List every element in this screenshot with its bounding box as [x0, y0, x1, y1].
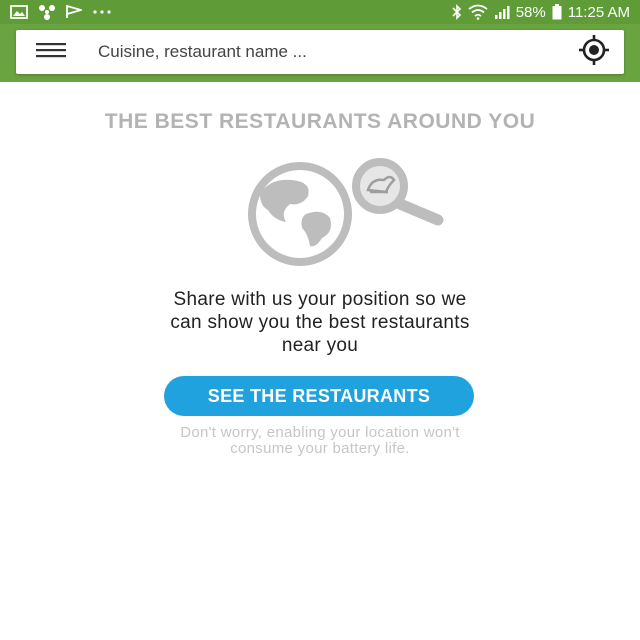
- search-bar: [16, 30, 624, 74]
- hamburger-menu-icon: [36, 42, 66, 63]
- status-bar-notifications: [10, 4, 112, 20]
- pinwheel-icon: [38, 4, 56, 20]
- app-toolbar: [0, 24, 640, 82]
- message-line: can show you the best restaurants: [170, 312, 470, 333]
- wifi-icon: [468, 4, 488, 20]
- globe-search-illustration: [230, 153, 460, 268]
- status-bar: 58% 11:25 AM: [0, 0, 640, 24]
- battery-icon: [552, 4, 562, 20]
- message-line: Share with us your position so we: [173, 289, 467, 310]
- globe-magnifier-icon: [248, 153, 444, 266]
- flag-icon: [66, 5, 82, 19]
- more-dots-icon: [92, 9, 112, 15]
- battery-note: Don't worry, enabling your location won'…: [0, 425, 640, 457]
- bluetooth-icon: [452, 4, 462, 20]
- location-message: Share with us your position so we can sh…: [0, 288, 640, 357]
- clock: 11:25 AM: [567, 3, 630, 21]
- signal-icon: [494, 5, 510, 19]
- battery-percent: 58%: [515, 3, 546, 21]
- menu-button[interactable]: [16, 30, 86, 74]
- page-headline: THE BEST RESTAURANTS AROUND YOU: [104, 110, 536, 133]
- status-bar-system: 58% 11:25 AM: [452, 4, 630, 21]
- gps-locate-icon: [577, 33, 611, 72]
- note-line: Don't worry, enabling your location won'…: [180, 424, 460, 441]
- locate-button[interactable]: [564, 30, 624, 74]
- note-line: consume your battery life.: [230, 440, 410, 457]
- message-line: near you: [281, 335, 359, 356]
- gallery-icon: [10, 5, 28, 19]
- see-restaurants-button[interactable]: SEE THE RESTAURANTS: [164, 376, 474, 416]
- search-input[interactable]: [86, 42, 564, 62]
